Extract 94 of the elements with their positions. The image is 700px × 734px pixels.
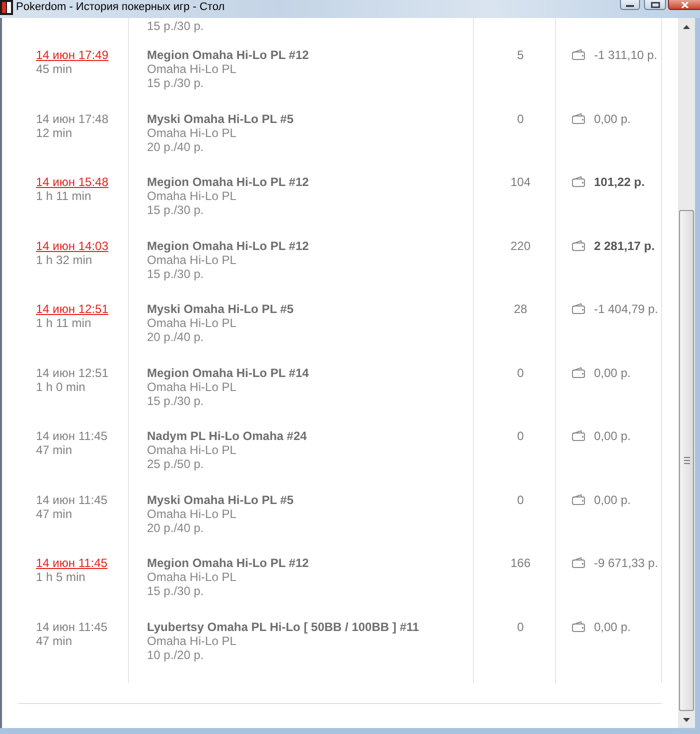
duration-text: 45 min: [36, 62, 72, 76]
wallet-icon: [572, 49, 585, 60]
close-icon: [680, 2, 688, 8]
duration-text: 1 h 32 min: [36, 252, 92, 266]
duration-text: 1 h 11 min: [36, 189, 92, 203]
duration-text: 1 h 5 min: [36, 570, 86, 584]
stakes-text: 20 р./40 р.: [147, 520, 204, 534]
game-type: Omaha Hi-Lo PL: [147, 506, 236, 520]
wallet-icon: [572, 176, 585, 187]
wallet-icon: [572, 240, 585, 250]
hands-count: 0: [517, 366, 524, 380]
stakes-text: 25 р./50 р.: [147, 457, 204, 471]
scrollbar-track[interactable]: [678, 18, 695, 728]
game-type: Omaha Hi-Lo PL: [147, 189, 236, 203]
result-amount: 0,00 р.: [594, 620, 631, 634]
date-text: 14 июн 17:48: [36, 112, 108, 126]
game-type: Omaha Hi-Lo PL: [147, 380, 236, 394]
result-amount: 0,00 р.: [594, 492, 631, 506]
hands-count: 220: [510, 238, 531, 252]
result-amount: 0,00 р.: [594, 429, 631, 443]
table-name: Lyubertsy Omaha PL Hi-Lo [ 50BB / 100BB ] #11: [147, 620, 420, 634]
stakes-text: 20 р./40 р.: [147, 330, 204, 344]
date-text: 14 июн 11:45: [36, 620, 108, 634]
minimize-button[interactable]: [620, 0, 640, 10]
date-text: 14 июн 11:45: [36, 492, 108, 506]
table-name: Megion Omaha Hi-Lo PL #12: [147, 48, 309, 62]
table-name: Myski Omaha Hi-Lo PL #5: [147, 112, 294, 126]
result-amount: -1 311,10 р.: [594, 48, 658, 62]
game-type: Omaha Hi-Lo PL: [147, 316, 236, 330]
hands-count: 0: [517, 429, 524, 443]
hands-count: 0: [517, 112, 524, 126]
wallet-icon: [572, 112, 585, 124]
wallet-icon: [572, 430, 585, 441]
date-link[interactable]: 14 июн 11:45: [36, 556, 108, 570]
up-arrow-icon: [683, 24, 690, 28]
wallet-icon: [572, 620, 585, 632]
game-type: Omaha Hi-Lo PL: [147, 634, 236, 648]
hands-count: 166: [510, 556, 531, 570]
stakes-text: 15 р./30 р.: [147, 19, 204, 33]
stakes-text: 15 р./30 р.: [147, 394, 204, 408]
game-type: Omaha Hi-Lo PL: [147, 126, 236, 140]
close-button[interactable]: [668, 0, 700, 10]
maximize-icon: [650, 2, 660, 8]
wallet-icon: [572, 557, 585, 568]
hands-count: 28: [514, 302, 528, 316]
result-amount: -1 404,79 р.: [594, 302, 658, 316]
stakes-text: 15 р./30 р.: [147, 203, 204, 217]
game-type: Omaha Hi-Lo PL: [147, 62, 236, 76]
stakes-text: 20 р./40 р.: [147, 140, 204, 154]
game-type: Omaha Hi-Lo PL: [147, 570, 236, 584]
duration-text: 47 min: [36, 506, 72, 520]
hands-count: 5: [517, 48, 524, 62]
scrollbar-thumb[interactable]: [679, 210, 694, 711]
stakes-text: 15 р./30 р.: [147, 266, 204, 280]
date-link[interactable]: 14 июн 12:51: [36, 302, 108, 316]
maximize-button[interactable]: [644, 0, 666, 10]
date-link[interactable]: 14 июн 17:49: [36, 48, 108, 62]
date-text: 14 июн 12:51: [36, 366, 108, 380]
stakes-text: 15 р./30 р.: [147, 76, 204, 90]
date-text: 14 июн 11:45: [36, 429, 108, 443]
hands-count: 0: [517, 492, 524, 506]
duration-text: 12 min: [36, 126, 72, 140]
duration-text: 47 min: [36, 634, 72, 648]
duration-text: 1 h 11 min: [36, 316, 92, 330]
table-name: Nadym PL Hi-Lo Omaha #24: [147, 429, 307, 443]
result-amount: -9 671,33 р.: [594, 556, 658, 570]
minimize-icon: [626, 5, 634, 7]
duration-text: 47 min: [36, 443, 72, 457]
game-type: Omaha Hi-Lo PL: [147, 252, 236, 266]
wallet-icon: [572, 494, 585, 504]
table-name: Myski Omaha Hi-Lo PL #5: [147, 302, 294, 316]
table-name: Megion Omaha Hi-Lo PL #12: [147, 175, 309, 189]
result-amount: 2 281,17 р.: [594, 238, 655, 252]
wallet-icon: [572, 303, 585, 314]
window-title: Pokerdom - История покерных игр - Стол: [16, 0, 225, 14]
stakes-text: 15 р./30 р.: [147, 584, 204, 598]
duration-text: 1 h 0 min: [36, 380, 86, 394]
table-name: Megion Omaha Hi-Lo PL #12: [147, 556, 309, 570]
table-name: Megion Omaha Hi-Lo PL #12: [147, 238, 309, 252]
grip-icon: [684, 457, 690, 464]
wallet-icon: [572, 366, 585, 378]
table-name: Megion Omaha Hi-Lo PL #14: [147, 366, 309, 380]
game-type: Omaha Hi-Lo PL: [147, 443, 236, 457]
hands-count: 0: [517, 620, 524, 634]
date-link[interactable]: 14 июн 14:03: [36, 238, 108, 252]
date-link[interactable]: 14 июн 15:48: [36, 175, 108, 189]
app-logo-icon: [0, 0, 13, 15]
down-arrow-icon: [683, 718, 690, 722]
result-amount: 101,22 р.: [594, 175, 645, 189]
table-name: Myski Omaha Hi-Lo PL #5: [147, 492, 294, 506]
stakes-text: 10 р./20 р.: [147, 648, 204, 662]
result-amount: 0,00 р.: [594, 112, 631, 126]
hands-count: 104: [510, 175, 531, 189]
result-amount: 0,00 р.: [594, 366, 631, 380]
